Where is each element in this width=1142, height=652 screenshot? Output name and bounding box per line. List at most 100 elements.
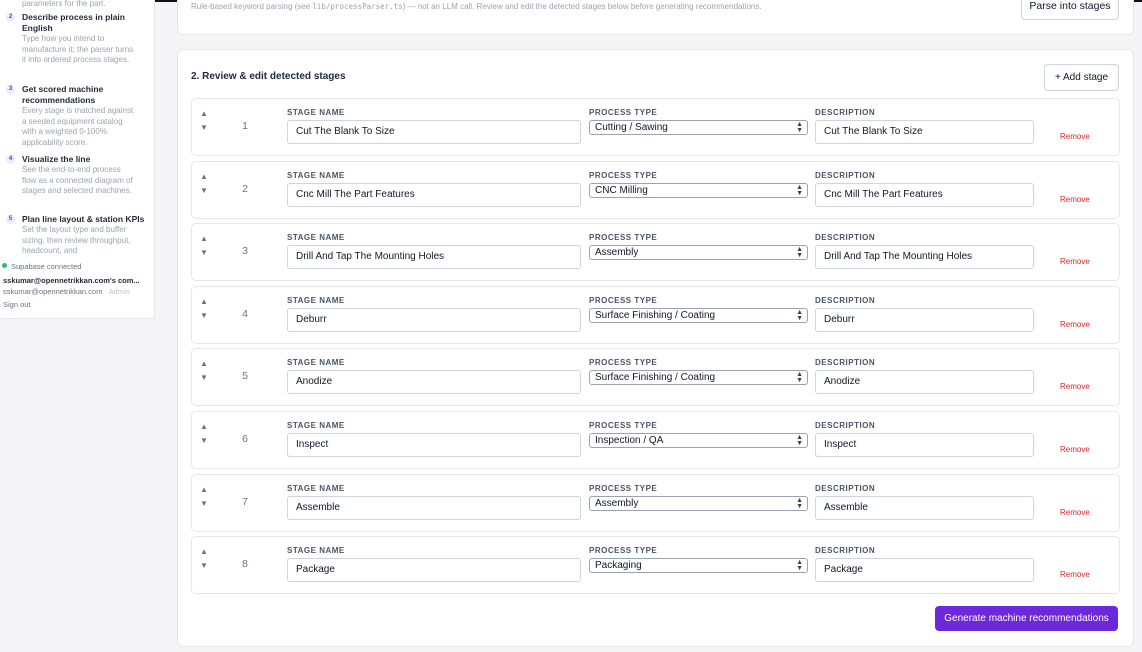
description-input[interactable]: Deburr [815,307,1034,332]
move-up-icon[interactable]: ▲ [200,297,208,306]
user-role-badge: Admin [108,287,130,296]
review-stages-card: 2. Review & edit detected stages + Add s… [177,49,1134,647]
move-up-icon[interactable]: ▲ [200,423,208,431]
stage-name-input[interactable]: Anodize [287,370,581,395]
stage-name-input[interactable]: Drill And Tap The Mounting Holes [287,245,581,270]
description-label: DESCRIPTION [815,108,876,117]
role-separator: · [104,287,107,296]
process-type-select[interactable]: Surface Finishing / Coating ▲ ▼ [589,370,808,386]
select-chevron-icon: ▲ ▼ [796,496,803,510]
move-up-icon[interactable]: ▲ [200,110,208,118]
step-description: Every stage is matched against a seeded … [22,106,134,147]
stage-row: ▲ ▼ 3 STAGE NAME PROCESS TYPE DESCRIPTION Dril… [191,223,1120,282]
move-down-icon[interactable]: ▼ [200,374,208,382]
stage-index: 7 [242,495,248,508]
step-number: 2 [6,13,15,22]
description-label: DESCRIPTION [815,421,876,430]
remove-stage-button[interactable]: Remove [1060,570,1090,579]
user-display-name: sskumar@opennetrikkan.com's com... [3,276,140,285]
parser-note: Rule-based keyword parsing (see lib/proc… [191,2,762,11]
process-type-select[interactable]: Assembly ▲ ▼ [589,495,808,511]
status-text: Supabase connected [11,262,82,271]
select-chevron-icon: ▲ ▼ [796,434,803,447]
move-down-icon[interactable]: ▼ [200,249,208,257]
step-title: Visualize the line [22,154,91,164]
description-input[interactable]: Package [815,558,1034,583]
stage-name-label: STAGE NAME [287,233,345,243]
stage-name-input[interactable]: Deburr [287,307,581,332]
move-up-icon[interactable]: ▲ [200,360,208,368]
process-type-select[interactable]: Cutting / Sawing ▲ ▼ [589,120,808,135]
description-input[interactable]: Assemble [815,495,1034,520]
stage-row: ▲ ▼ 5 STAGE NAME PROCESS TYPE DESCRIPTION Anod… [191,348,1120,407]
description-input[interactable]: Cut The Blank To Size [815,120,1034,144]
remove-stage-button[interactable]: Remove [1060,132,1090,141]
stage-name-input[interactable]: Package [287,558,581,583]
move-up-icon[interactable]: ▲ [200,548,208,556]
step-number: 5 [6,215,15,224]
move-up-icon[interactable]: ▲ [200,235,208,243]
description-input[interactable]: Drill And Tap The Mounting Holes [815,245,1034,270]
move-down-icon[interactable]: ▼ [200,499,208,508]
remove-stage-button[interactable]: Remove [1060,257,1090,266]
process-type-select[interactable]: Packaging ▲ ▼ [589,558,808,574]
generate-recommendations-button[interactable]: Generate machine recommendations [935,606,1118,631]
stage-name-label: STAGE NAME [287,421,345,430]
move-down-icon[interactable]: ▼ [200,562,208,570]
select-chevron-icon: ▲ ▼ [796,246,803,260]
remove-stage-button[interactable]: Remove [1060,445,1090,454]
parse-card: Rule-based keyword parsing (see lib/proc… [177,0,1134,35]
move-down-icon[interactable]: ▼ [200,437,208,445]
stage-name-label: STAGE NAME [287,170,345,180]
remove-stage-button[interactable]: Remove [1060,195,1090,204]
description-input[interactable]: Anodize [815,370,1034,395]
process-type-select[interactable]: Surface Finishing / Coating ▲ ▼ [589,307,808,323]
move-down-icon[interactable]: ▼ [200,186,208,195]
description-input[interactable]: Inspect [815,433,1034,457]
move-down-icon[interactable]: ▼ [200,124,208,132]
selected-process-type: Assembly [595,497,639,509]
process-type-select[interactable]: Assembly ▲ ▼ [589,245,808,261]
workflow-steps: parameters for the part. 2 Describe proc… [0,0,154,258]
stage-name-input[interactable]: Cut The Blank To Size [287,120,581,144]
add-stage-button[interactable]: + Add stage [1044,64,1119,91]
move-up-icon[interactable]: ▲ [200,485,208,494]
stage-name-label: STAGE NAME [287,483,345,493]
selected-process-type: CNC Milling [595,184,648,196]
process-type-select[interactable]: CNC Milling ▲ ▼ [589,182,808,198]
step-number: 4 [6,155,15,164]
remove-stage-button[interactable]: Remove [1060,382,1090,391]
process-type-label: PROCESS TYPE [589,546,658,556]
move-up-icon[interactable]: ▲ [200,172,208,181]
section-title: 2. Review & edit detected stages [191,71,346,82]
select-chevron-icon: ▲ ▼ [796,308,803,322]
stage-index: 5 [242,370,248,383]
parse-into-stages-button[interactable]: Parse into stages [1021,0,1119,20]
description-label: DESCRIPTION [815,295,876,305]
note-code: lib/processParser.ts [312,2,403,11]
sign-out-link[interactable]: Sign out [3,300,31,309]
process-type-select[interactable]: Inspection / QA ▲ ▼ [589,433,808,448]
process-type-label: PROCESS TYPE [589,358,658,368]
description-input[interactable]: Cnc Mill The Part Features [815,182,1034,207]
stage-name-input[interactable]: Inspect [287,433,581,457]
selected-process-type: Inspection / QA [595,435,664,446]
process-type-label: PROCESS TYPE [589,108,658,117]
process-type-label: PROCESS TYPE [589,483,658,493]
user-email: sskumar@opennetrikkan.com [3,287,103,296]
stage-row: ▲ ▼ 4 STAGE NAME PROCESS TYPE DESCRIPTION Debu… [191,285,1120,344]
remove-stage-button[interactable]: Remove [1060,508,1090,517]
stage-row: ▲ ▼ 7 STAGE NAME PROCESS TYPE DESCRIPTION Asse… [191,473,1120,532]
remove-stage-button[interactable]: Remove [1060,320,1090,329]
step-number: 3 [6,85,15,94]
stage-row: ▲ ▼ 1 STAGE NAME PROCESS TYPE DESCRIPTION Cut … [191,98,1120,156]
stage-name-input[interactable]: Assemble [287,495,581,520]
stage-row: ▲ ▼ 8 STAGE NAME PROCESS TYPE DESCRIPTION Pack… [191,536,1120,595]
stage-index: 1 [242,120,248,132]
step-title: Describe process in plain English [22,12,125,33]
stage-row: ▲ ▼ 6 STAGE NAME PROCESS TYPE DESCRIPTION Insp… [191,411,1120,469]
move-down-icon[interactable]: ▼ [200,311,208,320]
stage-name-label: STAGE NAME [287,358,345,368]
stage-name-input[interactable]: Cnc Mill The Part Features [287,182,581,207]
process-type-label: PROCESS TYPE [589,421,658,430]
